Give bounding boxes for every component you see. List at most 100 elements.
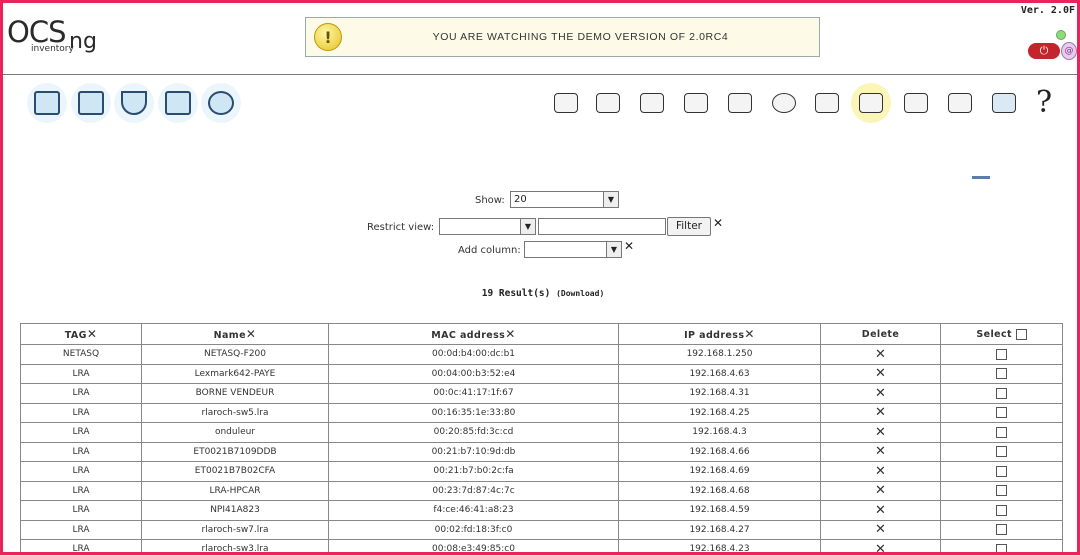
result-count-text: 19 Result(s) [481, 288, 551, 299]
cell-ip: 192.168.1.250 [618, 344, 821, 365]
remove-column-icon[interactable]: ✕ [505, 327, 515, 341]
cell-ip: 192.168.4.66 [618, 441, 821, 462]
status-indicator [1056, 30, 1066, 40]
chart-icon[interactable] [767, 87, 801, 119]
delete-icon[interactable]: ✕ [875, 405, 886, 420]
cell-ip: 192.168.4.69 [618, 461, 821, 482]
power-icon: ⏻ [1039, 44, 1049, 57]
registry-icon[interactable] [810, 87, 844, 119]
computers-icon[interactable] [27, 83, 67, 123]
logout-button[interactable]: ⏻ [1028, 43, 1060, 59]
cell-delete: ✕ [820, 441, 941, 462]
ocs-logo[interactable]: OCS ng inventory [7, 15, 97, 59]
book-icon[interactable] [723, 87, 757, 119]
filter-button[interactable]: Filter [667, 217, 711, 236]
table-row: LRA LRA-HPCAR 00:23:7d:87:4c:7c 192.168.4.6… [20, 480, 1063, 501]
delete-icon[interactable]: ✕ [875, 542, 886, 552]
back-icon[interactable] [987, 87, 1021, 119]
cell-mac: 00:20:85:fd:3c:cd [328, 422, 619, 443]
delete-icon[interactable]: ✕ [875, 464, 886, 479]
remove-column-icon[interactable]: ✕ [744, 327, 754, 341]
row-checkbox[interactable] [996, 387, 1007, 399]
logo-sub: inventory [31, 44, 74, 54]
delete-icon[interactable]: ✕ [875, 366, 886, 381]
cell-ip: 192.168.4.63 [618, 363, 821, 384]
column-header-select: Select [940, 323, 1063, 345]
select-all-checkbox[interactable] [1015, 328, 1027, 340]
cell-name[interactable]: NETASQ-F200 [141, 344, 329, 365]
cell-name[interactable]: Lexmark642-PAYE [141, 363, 329, 384]
cell-delete: ✕ [820, 480, 941, 501]
delete-icon[interactable]: ✕ [875, 503, 886, 518]
cell-delete: ✕ [820, 461, 941, 482]
remove-column-icon[interactable]: ✕ [246, 327, 256, 341]
remove-column-icon[interactable]: ✕ [87, 327, 97, 341]
cell-name[interactable]: rlaroch-sw5.lra [141, 402, 329, 423]
filter-icon[interactable] [114, 83, 154, 123]
delete-icon[interactable]: ✕ [875, 444, 886, 459]
reset-columns-icon[interactable]: ✕ [624, 240, 634, 252]
show-label: Show: [475, 195, 505, 206]
delete-icon[interactable]: ✕ [875, 347, 886, 362]
delete-icon[interactable]: ✕ [875, 386, 886, 401]
groups-icon[interactable] [158, 83, 198, 123]
row-checkbox[interactable] [996, 485, 1007, 497]
cell-name[interactable]: ET0021B7B02CFA [141, 461, 329, 482]
row-checkbox[interactable] [996, 465, 1007, 477]
column-header-ip[interactable]: IP address✕ [618, 323, 821, 345]
row-checkbox[interactable] [996, 407, 1007, 419]
cell-name[interactable]: NPI41A823 [141, 500, 329, 521]
table-row: LRA NPI41A823 f4:ce:46:41:a8:23 192.168.4.5… [20, 500, 1063, 521]
cell-name[interactable]: rlaroch-sw3.lra [141, 539, 329, 552]
restrict-select[interactable]: ▼ [439, 218, 536, 235]
cell-name[interactable]: BORNE VENDEUR [141, 383, 329, 404]
row-checkbox[interactable] [996, 504, 1007, 516]
add-column-select[interactable]: ▼ [524, 241, 622, 258]
deploy-icon[interactable] [549, 87, 583, 119]
cell-select [940, 363, 1063, 384]
admin-icon[interactable] [943, 87, 977, 119]
clear-filter-icon[interactable]: ✕ [713, 217, 723, 229]
delete-icon[interactable]: ✕ [875, 483, 886, 498]
column-header-mac[interactable]: MAC address✕ [328, 323, 619, 345]
tools-icon[interactable] [635, 87, 669, 119]
restrict-input[interactable] [538, 218, 666, 235]
card-icon[interactable] [899, 87, 933, 119]
cell-mac: 00:21:b7:b0:2c:fa [328, 461, 619, 482]
cell-tag: LRA [20, 402, 142, 423]
search-icon[interactable] [201, 83, 241, 123]
delete-icon[interactable]: ✕ [875, 425, 886, 440]
column-header-tag[interactable]: TAG✕ [20, 323, 142, 345]
help-icon[interactable]: ? [1031, 87, 1065, 119]
row-checkbox[interactable] [996, 368, 1007, 380]
row-checkbox[interactable] [996, 543, 1007, 552]
chevron-down-icon: ▼ [603, 192, 618, 207]
download-link[interactable]: (Download) [556, 289, 604, 298]
network-icon[interactable] [71, 83, 111, 123]
app-frame: OCS ng inventory ! YOU ARE WATCHING THE … [0, 0, 1080, 555]
network-scan-icon[interactable] [851, 83, 891, 123]
cell-name[interactable]: LRA-HPCAR [141, 480, 329, 501]
row-checkbox[interactable] [996, 348, 1007, 360]
table-row: NETASQ NETASQ-F200 00:0d:b4:00:dc:b1 192.16… [20, 344, 1063, 365]
column-header-name[interactable]: Name✕ [141, 323, 329, 345]
cell-name[interactable]: onduleur [141, 422, 329, 443]
calculator-icon[interactable] [679, 87, 713, 119]
export-icon[interactable] [972, 167, 990, 179]
header-label: TAG [64, 330, 87, 341]
cell-name[interactable]: ET0021B7109DDB [141, 441, 329, 462]
delete-icon[interactable]: ✕ [875, 522, 886, 537]
table-row: LRA BORNE VENDEUR 00:0c:41:17:1f:67 192.168… [20, 383, 1063, 404]
results-table: TAG✕ Name✕ MAC address✕ IP address✕ Dele… [20, 323, 1063, 552]
cell-tag: NETASQ [20, 344, 142, 365]
cell-delete: ✕ [820, 519, 941, 540]
cell-name[interactable]: rlaroch-sw7.lra [141, 519, 329, 540]
cell-ip: 192.168.4.25 [618, 402, 821, 423]
show-select[interactable]: 20 ▼ [510, 191, 619, 208]
row-checkbox[interactable] [996, 446, 1007, 458]
row-checkbox[interactable] [996, 524, 1007, 536]
about-icon[interactable]: @ [1061, 42, 1077, 60]
plane-icon[interactable] [591, 87, 625, 119]
row-checkbox[interactable] [996, 426, 1007, 438]
demo-banner: ! YOU ARE WATCHING THE DEMO VERSION OF 2… [305, 17, 820, 57]
